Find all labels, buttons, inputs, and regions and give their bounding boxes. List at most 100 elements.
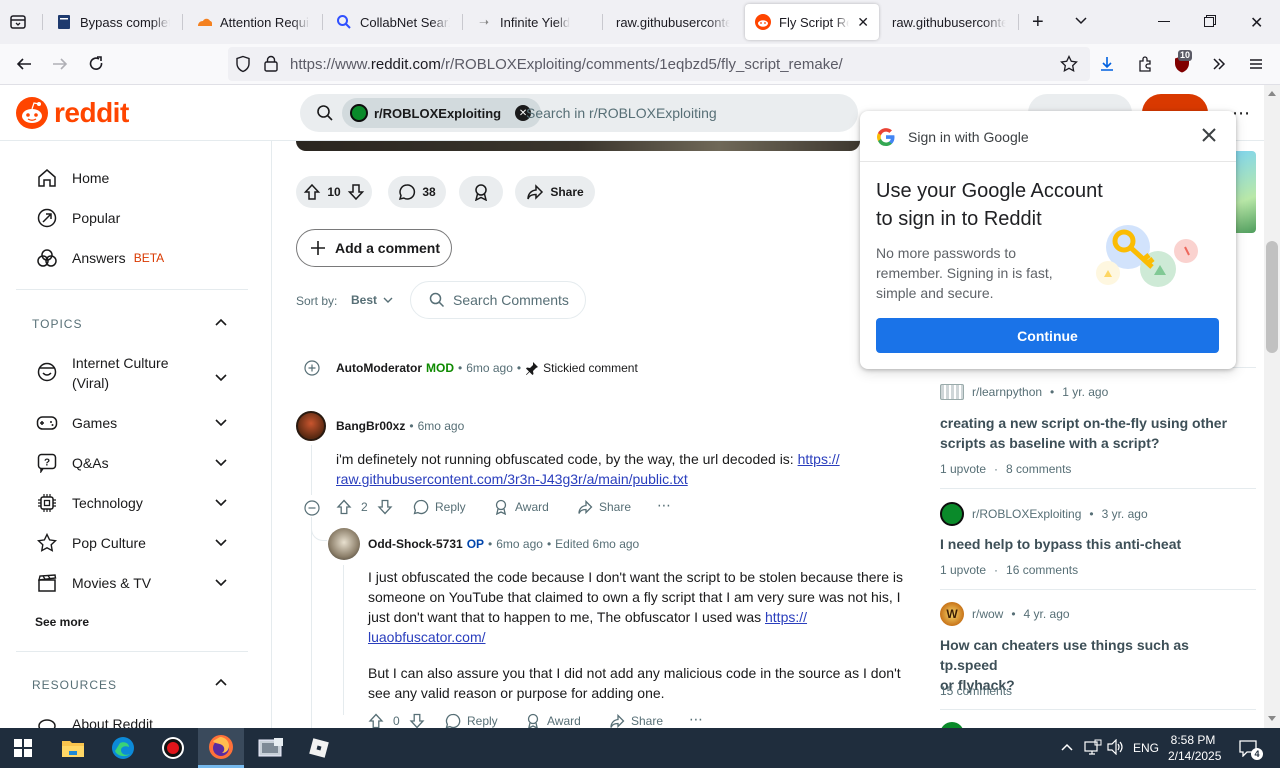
tab-raw-github-1[interactable]: raw.githubuserconten [606, 4, 740, 40]
sidebar-item-technology[interactable]: Technology [36, 492, 143, 514]
share-button[interactable]: Share [577, 499, 631, 515]
search-comments-input[interactable]: Search Comments [410, 281, 586, 319]
app-window-icon[interactable] [248, 728, 294, 768]
forward-icon[interactable] [46, 50, 74, 78]
comment-author[interactable]: BangBr00xz [336, 419, 405, 433]
minimize-icon[interactable] [1158, 21, 1170, 22]
tab-list-icon[interactable] [8, 12, 30, 32]
file-explorer-icon[interactable] [50, 728, 96, 768]
reddit-logo[interactable]: reddit [16, 97, 129, 129]
search-bar[interactable]: r/ROBLOXExploiting ✕ Search in r/ROBLOXE… [300, 94, 858, 132]
subreddit-search-chip[interactable]: r/ROBLOXExploiting ✕ [342, 98, 542, 128]
continue-button[interactable]: Continue [876, 318, 1219, 353]
close-tab-icon[interactable]: ✕ [857, 14, 869, 31]
comment-link[interactable]: https:// [765, 609, 807, 625]
scrollbar-thumb[interactable] [1266, 241, 1278, 353]
comment-link[interactable]: https:// [798, 451, 840, 467]
avatar[interactable] [296, 411, 326, 441]
related-post-sub[interactable]: W r/wow • 4 yr. ago [940, 602, 1070, 626]
sidebar-item-about[interactable]: About Reddit [36, 713, 153, 728]
award-button[interactable]: Award [525, 713, 581, 728]
tab-raw-github-2[interactable]: raw.githubuserconten [882, 4, 1016, 40]
award-button[interactable] [459, 176, 503, 208]
chevron-down-icon[interactable] [212, 573, 230, 591]
see-more-link[interactable]: See more [35, 615, 89, 629]
reply-button[interactable]: Reply [445, 713, 498, 728]
roblox-icon[interactable] [296, 728, 342, 768]
sort-dropdown[interactable]: Best [351, 293, 393, 307]
avatar[interactable] [328, 528, 360, 560]
resources-heading[interactable]: RESOURCES [32, 678, 117, 692]
tab-searxng[interactable]: CollabNet SearXN [326, 4, 460, 40]
collapse-comment-icon[interactable] [304, 500, 320, 516]
edge-icon[interactable] [100, 728, 146, 768]
chevron-down-icon[interactable] [212, 453, 230, 471]
sidebar-item-qas[interactable]: ? Q&As [36, 452, 109, 474]
volume-icon[interactable] [1107, 739, 1125, 755]
chevron-down-icon[interactable] [212, 413, 230, 431]
page-scrollbar[interactable] [1264, 85, 1280, 728]
shield-icon[interactable] [234, 55, 252, 73]
related-post-sub[interactable]: r/learnpython • 1 yr. ago [940, 384, 1108, 400]
scroll-down-arrow[interactable] [1268, 716, 1276, 721]
close-popup-icon[interactable] [1200, 126, 1218, 144]
upvote-icon[interactable] [336, 499, 352, 515]
sidebar-item-home[interactable]: Home [36, 167, 109, 189]
more-options-icon[interactable]: ⋯ [657, 497, 671, 514]
more-options-icon[interactable]: ⋯ [689, 711, 703, 728]
topics-heading[interactable]: TOPICS [32, 317, 82, 331]
share-button[interactable]: Share [515, 176, 595, 208]
related-post-sub[interactable]: r/ROBLOXExploiting • 3 yr. ago [940, 502, 1148, 526]
related-post-title[interactable]: I need help to bypass this anti-cheat [940, 534, 1250, 554]
language-indicator[interactable]: ENG [1133, 741, 1159, 755]
reload-icon[interactable] [82, 50, 110, 78]
upvote-icon[interactable] [303, 183, 321, 201]
sidebar-item-games[interactable]: Games [36, 412, 117, 434]
comment-author[interactable]: Odd-Shock-5731 [368, 537, 463, 551]
bookmark-star-icon[interactable] [1060, 55, 1078, 73]
related-post-title[interactable]: creating a new script on-the-fly using o… [940, 413, 1250, 453]
firefox-icon[interactable] [198, 728, 244, 768]
network-icon[interactable] [1084, 739, 1102, 755]
downvote-icon[interactable] [347, 183, 365, 201]
sidebar-item-movies-tv[interactable]: Movies & TV [36, 572, 151, 594]
tab-fly-script[interactable]: Fly Script Rema ✕ [745, 4, 879, 40]
back-icon[interactable] [10, 50, 38, 78]
comment-author[interactable]: AutoModerator [336, 361, 422, 375]
chevron-down-icon[interactable] [212, 368, 230, 386]
sidebar-item-popular[interactable]: Popular [36, 207, 120, 229]
post-media[interactable] [296, 141, 860, 151]
expand-comment-icon[interactable] [304, 360, 320, 376]
hamburger-menu-icon[interactable] [1242, 50, 1270, 78]
award-button[interactable]: Award [493, 499, 549, 515]
tab-attention[interactable]: Attention Require [186, 4, 320, 40]
scroll-up-arrow[interactable] [1268, 91, 1276, 96]
sidebar-item-answers[interactable]: Answers BETA [36, 247, 164, 269]
chevron-up-icon[interactable] [212, 314, 230, 332]
downvote-icon[interactable] [377, 499, 393, 515]
lock-icon[interactable] [263, 55, 279, 73]
comment-link-cont[interactable]: luaobfuscator.com/ [368, 629, 486, 645]
downvote-icon[interactable] [409, 713, 425, 728]
new-tab-icon[interactable]: + [1032, 12, 1044, 32]
close-window-icon[interactable]: ✕ [1250, 13, 1263, 33]
clock[interactable]: 8:58 PM 2/14/2025 [1168, 732, 1221, 764]
upvote-icon[interactable] [368, 713, 384, 728]
tab-overflow-chevron-icon[interactable] [1074, 14, 1088, 28]
tab-bypass[interactable]: Bypass complete | [46, 4, 180, 40]
share-button[interactable]: Share [609, 713, 663, 728]
url-bar[interactable]: https://www.reddit.com/r/ROBLOXExploitin… [228, 47, 1090, 81]
sidebar-item-internet-culture[interactable]: Internet Culture (Viral) [36, 353, 169, 393]
extensions-icon[interactable] [1131, 50, 1159, 78]
add-comment-button[interactable]: Add a comment [296, 229, 452, 267]
show-hidden-icons[interactable] [1060, 740, 1074, 754]
tab-infinite-yield[interactable]: ➝ Infinite Yield [466, 4, 600, 40]
maximize-icon[interactable] [1204, 15, 1216, 27]
recorder-icon[interactable] [150, 728, 196, 768]
chevron-up-icon[interactable] [212, 674, 230, 692]
windows-start-icon[interactable] [0, 728, 46, 768]
comments-button[interactable]: 38 [388, 176, 446, 208]
comment-link-cont[interactable]: raw.githubusercontent.com/3r3n-J43g3r/a/… [336, 471, 688, 487]
overflow-chevrons-icon[interactable] [1205, 50, 1233, 78]
reply-button[interactable]: Reply [413, 499, 466, 515]
